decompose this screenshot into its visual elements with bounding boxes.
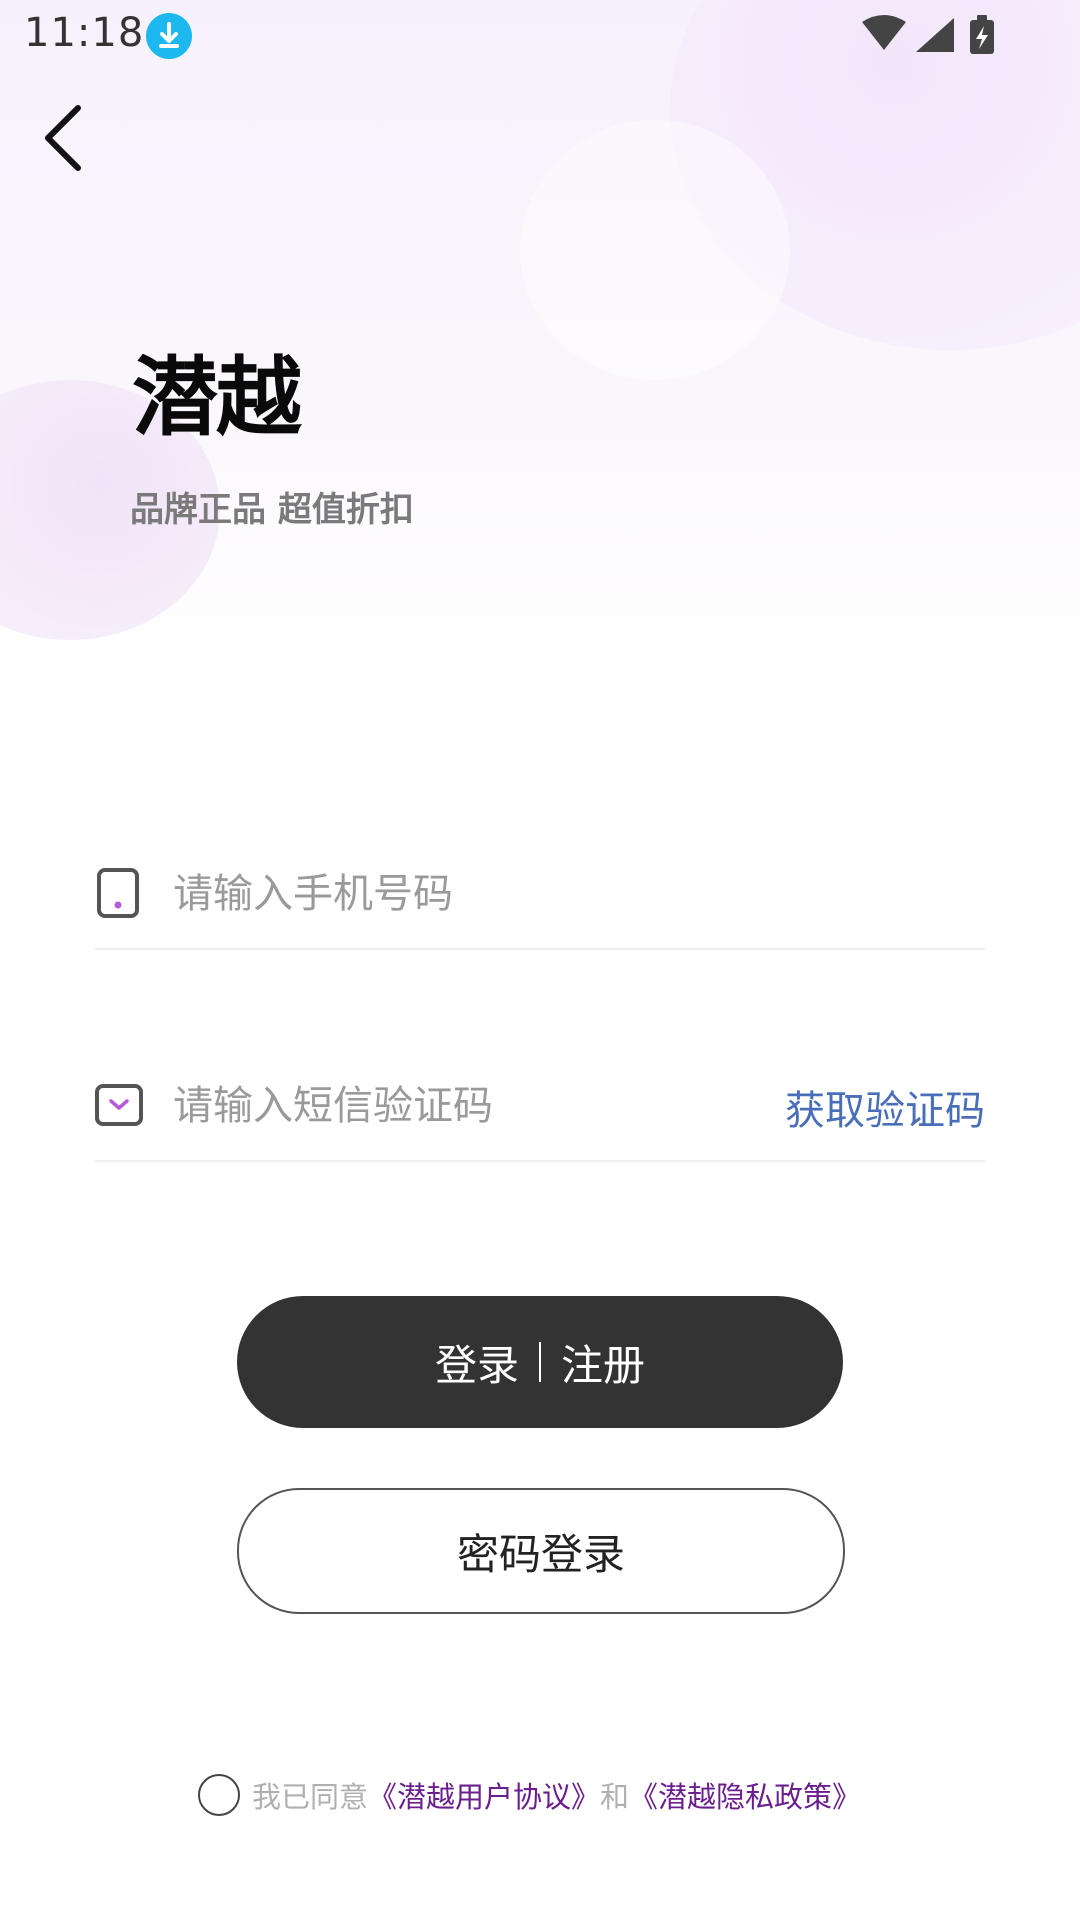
login-screen: 11:18 潜越 品牌正品 超值折扣 请输入手机号码 请输入短信验证码 获取验证… xyxy=(0,0,1080,1920)
status-time: 11:18 xyxy=(24,10,145,56)
agreement-conjunction: 和 xyxy=(600,1780,630,1814)
chevron-left-icon xyxy=(45,105,81,171)
phone-icon xyxy=(95,868,145,918)
agreement-checkbox[interactable] xyxy=(198,1774,240,1816)
battery-charging-icon xyxy=(970,15,994,54)
password-login-button[interactable]: 密码登录 xyxy=(237,1488,845,1614)
message-icon xyxy=(95,1080,145,1130)
status-bar: 11:18 xyxy=(0,0,1080,72)
background-wash xyxy=(0,0,1080,680)
status-icons xyxy=(860,14,1000,56)
get-code-button[interactable]: 获取验证码 xyxy=(785,1078,985,1136)
phone-field xyxy=(95,838,985,950)
decorative-circle xyxy=(520,120,790,380)
brand-logo: 潜越 xyxy=(132,348,302,448)
user-agreement-link[interactable]: 《潜越用户协议》 xyxy=(368,1774,600,1816)
password-login-label: 密码登录 xyxy=(456,1529,625,1579)
sms-code-field: 获取验证码 xyxy=(95,1050,985,1162)
back-button[interactable] xyxy=(34,98,94,178)
agreement-prefix: 我已同意 xyxy=(252,1780,369,1814)
login-label: 登录 xyxy=(434,1340,519,1390)
login-register-button[interactable]: 登录 注册 xyxy=(237,1296,843,1428)
wifi-icon xyxy=(862,15,906,50)
privacy-policy-link[interactable]: 《潜越隐私政策》 xyxy=(629,1774,861,1816)
phone-input[interactable] xyxy=(171,858,755,930)
sms-code-input[interactable] xyxy=(171,1070,755,1142)
register-label: 注册 xyxy=(561,1340,646,1390)
agreement-row: 我已同意 《潜越用户协议》 和 《潜越隐私政策》 xyxy=(198,1772,861,1818)
signal-icon xyxy=(916,18,954,52)
divider xyxy=(539,1342,541,1382)
brand-slogan: 品牌正品 超值折扣 xyxy=(130,490,414,530)
download-icon xyxy=(146,13,192,59)
